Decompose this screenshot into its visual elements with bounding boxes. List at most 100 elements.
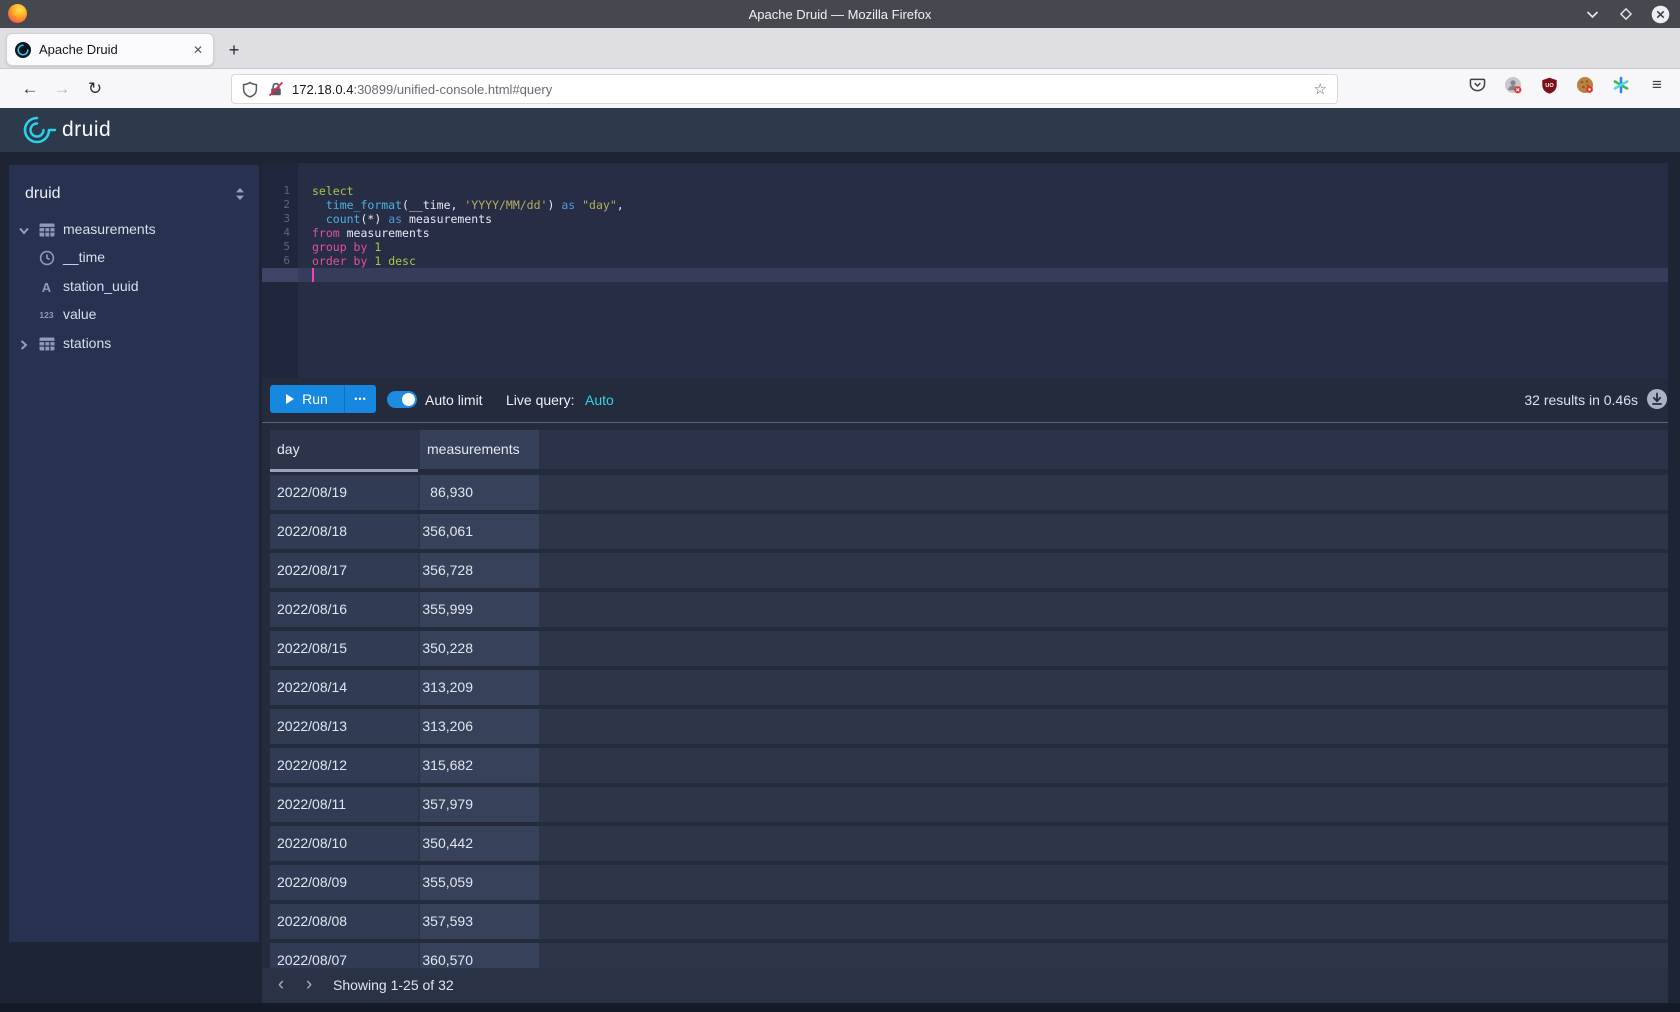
insecure-lock-icon[interactable] — [268, 81, 284, 97]
code-line[interactable]: order by 1 desc — [312, 254, 416, 268]
tree-item-time-column[interactable]: __time — [9, 244, 259, 272]
run-more-button[interactable]: ••• — [344, 385, 376, 413]
cell-measurements[interactable]: 357,979 — [420, 787, 539, 822]
cell-measurements[interactable]: 356,728 — [420, 553, 539, 588]
url-bar[interactable]: 172.18.0.4:30899/unified-console.html#qu… — [231, 74, 1338, 104]
menu-hamburger-icon[interactable]: ≡ — [1648, 76, 1666, 94]
cell-measurements[interactable]: 350,442 — [420, 826, 539, 861]
code-token — [312, 198, 326, 212]
table-row: 2022/08/07360,570 — [270, 943, 1668, 968]
reload-button[interactable]: ↻ — [83, 77, 107, 101]
schema-selector[interactable]: druid — [9, 183, 259, 209]
run-button[interactable]: Run — [270, 385, 344, 413]
chevron-right-icon[interactable] — [18, 338, 30, 356]
cell-measurements[interactable]: 86,930 — [420, 475, 539, 510]
column-header-day[interactable]: day — [270, 430, 418, 469]
cell-day[interactable]: 2022/08/14 — [270, 670, 418, 705]
cell-measurements[interactable]: 313,209 — [420, 670, 539, 705]
code-token: 1 — [374, 240, 381, 254]
tree-item-number-column[interactable]: 123 value — [9, 301, 259, 329]
cell-measurements[interactable]: 360,570 — [420, 943, 539, 968]
tab-close-icon[interactable]: ✕ — [191, 43, 205, 57]
new-tab-button[interactable]: + — [222, 38, 246, 62]
druid-header: druid Load data Ingestion Datasources Se… — [0, 108, 1680, 152]
svg-text:UO: UO — [1545, 82, 1554, 88]
shield-icon[interactable] — [242, 81, 258, 98]
back-button[interactable]: ← — [18, 77, 42, 101]
table-row: 2022/08/13313,206 — [270, 709, 1668, 744]
prev-page-icon[interactable]: ‹ — [270, 973, 292, 997]
code-token: 'YYYY/MM/dd' — [464, 198, 547, 212]
editor-code: select time_format(__time, 'YYYY/MM/dd')… — [262, 163, 1668, 378]
cell-day[interactable]: 2022/08/08 — [270, 904, 418, 939]
cookie-extension-icon[interactable] — [1576, 76, 1594, 94]
tree-item-stations[interactable]: stations — [9, 330, 259, 358]
cell-day[interactable]: 2022/08/07 — [270, 943, 418, 968]
window-minimize-icon[interactable] — [1582, 4, 1602, 24]
clock-icon — [38, 250, 55, 266]
pocket-icon[interactable] — [1468, 76, 1486, 94]
table-row: 2022/08/12315,682 — [270, 748, 1668, 783]
cell-measurements[interactable]: 315,682 — [420, 748, 539, 783]
code-line[interactable]: select — [312, 184, 354, 198]
cell-day[interactable]: 2022/08/17 — [270, 553, 418, 588]
cell-measurements[interactable]: 356,061 — [420, 514, 539, 549]
cell-measurements[interactable]: 350,228 — [420, 631, 539, 666]
tab-favicon-druid-icon — [15, 42, 31, 58]
table-row: 2022/08/14313,209 — [270, 670, 1668, 705]
url-path: :30899/unified-console.html#query — [353, 82, 552, 97]
table-row: 2022/08/16355,999 — [270, 592, 1668, 627]
cell-day[interactable]: 2022/08/15 — [270, 631, 418, 666]
cell-day[interactable]: 2022/08/10 — [270, 826, 418, 861]
code-line[interactable]: time_format(__time, 'YYYY/MM/dd') as "da… — [312, 198, 624, 212]
table-row: 2022/08/17356,728 — [270, 553, 1668, 588]
browser-tab[interactable]: Apache Druid ✕ — [6, 33, 214, 66]
cell-day[interactable]: 2022/08/19 — [270, 475, 418, 510]
table-row: 2022/08/08357,593 — [270, 904, 1668, 939]
cell-day[interactable]: 2022/08/16 — [270, 592, 418, 627]
column-header-measurements[interactable]: measurements — [420, 430, 539, 469]
window-maximize-icon[interactable] — [1616, 4, 1636, 24]
results-header: day measurements — [262, 430, 1668, 472]
tree-item-string-column[interactable]: A station_uuid — [9, 273, 259, 301]
cell-day[interactable]: 2022/08/12 — [270, 748, 418, 783]
code-line[interactable]: count(*) as measurements — [312, 212, 492, 226]
next-page-icon[interactable]: › — [298, 973, 320, 997]
code-token: (*) — [360, 212, 388, 226]
ublock-origin-icon[interactable]: UO — [1540, 76, 1558, 94]
app-root: Apache Druid — Mozilla Firefox Apache Dr… — [0, 0, 1680, 1012]
extension-account-icon[interactable] — [1504, 76, 1522, 94]
cell-measurements[interactable]: 313,206 — [420, 709, 539, 744]
druid-brand[interactable]: druid — [16, 115, 111, 145]
tree-item-measurements[interactable]: measurements — [9, 216, 259, 244]
double-caret-icon — [235, 187, 245, 206]
table-row: 2022/08/11357,979 — [270, 787, 1668, 822]
showing-label: Showing 1-25 of 32 — [333, 977, 454, 993]
live-query-value[interactable]: Auto — [585, 392, 614, 408]
auto-limit-toggle[interactable] — [387, 391, 417, 408]
cell-measurements[interactable]: 355,999 — [420, 592, 539, 627]
tab-title: Apache Druid — [39, 42, 191, 57]
cell-day[interactable]: 2022/08/11 — [270, 787, 418, 822]
code-line[interactable]: group by 1 — [312, 240, 381, 254]
cell-measurements[interactable]: 357,593 — [420, 904, 539, 939]
pagination-footer: ‹ › Showing 1-25 of 32 — [262, 968, 1668, 1003]
url-text[interactable]: 172.18.0.4:30899/unified-console.html#qu… — [292, 82, 1314, 97]
cell-day[interactable]: 2022/08/09 — [270, 865, 418, 900]
chevron-down-icon[interactable] — [18, 224, 30, 242]
url-host: 172.18.0.4 — [292, 82, 353, 97]
bookmark-star-icon[interactable]: ☆ — [1314, 80, 1327, 98]
download-results-button[interactable] — [1646, 388, 1668, 410]
code-line[interactable]: from measurements — [312, 226, 430, 240]
run-label: Run — [302, 391, 328, 407]
asterisk-extension-icon[interactable] — [1612, 76, 1630, 94]
forward-button[interactable]: → — [50, 77, 74, 101]
cell-measurements[interactable]: 355,059 — [420, 865, 539, 900]
table-row: 2022/08/09355,059 — [270, 865, 1668, 900]
sql-editor[interactable]: 1234567 select time_format(__time, 'YYYY… — [262, 163, 1668, 378]
cell-day[interactable]: 2022/08/18 — [270, 514, 418, 549]
cell-day[interactable]: 2022/08/13 — [270, 709, 418, 744]
window-close-icon[interactable] — [1650, 4, 1670, 24]
window-titlebar: Apache Druid — Mozilla Firefox — [0, 0, 1680, 28]
code-token: from — [312, 226, 340, 240]
